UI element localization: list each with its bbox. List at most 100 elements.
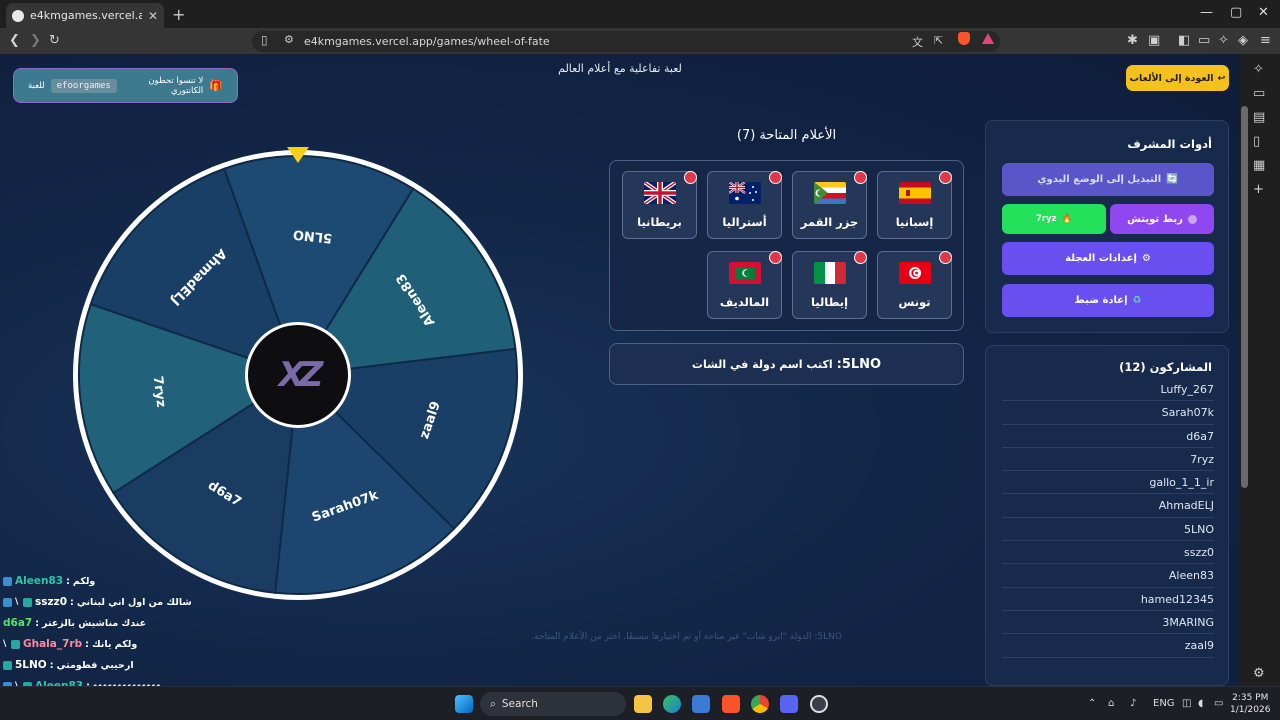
badge-icon: \ [15,596,19,607]
chat-user: Ghala_7rb [23,638,83,650]
chat-message: \ sszz0 : شالك من اول اني لبناني [3,594,192,610]
minimize-button[interactable]: — [1200,5,1213,20]
chat-text: عندك مناشيش بالزعتر [42,617,147,629]
flag-card-uk[interactable]: بريطانيا [622,171,697,239]
participant-item: Luffy_267 [1002,378,1214,402]
flag-card-maldives[interactable]: المالديف [707,251,782,319]
leo-ai-icon[interactable]: ✧ [1218,32,1229,50]
file-explorer-icon[interactable] [634,695,652,713]
flag-card-tunisia[interactable]: تونس [877,251,952,319]
add-sidebar-icon[interactable]: + [1253,182,1264,197]
flag-card-australia[interactable]: أستراليا [707,171,782,239]
language-indicator[interactable]: ENG [1153,698,1175,709]
chat-text: ولكم [72,575,96,587]
site-info-icon[interactable]: ⚙ [284,33,294,46]
brave-icon[interactable] [722,695,740,713]
wifi-icon[interactable]: ◫ [1182,698,1191,709]
network-icon[interactable]: ⌂ [1108,698,1114,709]
clock-date: 1/1/2026 [1230,705,1271,715]
sidebar-toggle-icon[interactable]: ◧ [1178,32,1190,50]
translate-icon[interactable]: 文 [912,34,923,50]
chrome-icon[interactable] [751,695,769,713]
twitch-link-button[interactable]: ربط تويتش [1110,204,1214,234]
chat-text: ولكم يانك [91,638,138,650]
bookmarks-sidebar-icon[interactable]: ▯ [1253,134,1260,149]
discord-icon[interactable] [780,695,798,713]
chat-message: d6a7 : عندك مناشيش بالزعتر [3,615,146,631]
australia-flag-icon [729,182,761,204]
remove-flag-button[interactable] [939,251,952,264]
reading-list-icon[interactable]: ▦ [1253,158,1265,173]
notice-code[interactable]: efoorgames [50,78,117,93]
new-tab-button[interactable]: + [172,5,185,24]
brave-rewards-icon[interactable] [982,33,994,44]
remove-flag-button[interactable] [769,251,782,264]
taskbar-search[interactable]: ⌕ Search [480,692,626,716]
talk-icon[interactable]: ▭ [1253,86,1265,101]
remove-flag-button[interactable] [854,251,867,264]
flag-card-italy[interactable]: إيطاليا [792,251,867,319]
extensions-icon[interactable]: ✱ [1127,32,1138,50]
chat-user: d6a7 [3,617,33,629]
participant-item: zaal9 [1002,634,1214,658]
tab-title: e4kmgames.vercel.app/games/w [30,9,142,22]
mic-icon[interactable]: ♪ [1130,698,1136,709]
forward-arrow-icon[interactable]: ❯ [30,32,41,50]
participant-item: Aleen83 [1002,564,1214,588]
back-arrow-icon[interactable]: ❮ [9,32,20,50]
wallet-icon[interactable]: ▭ [1198,32,1210,50]
flag-card-comoros[interactable]: جزر القمر [792,171,867,239]
menu-icon[interactable]: ≡ [1260,32,1271,50]
maximize-button[interactable]: ▢ [1230,5,1242,20]
flag-name: تونس [898,295,931,309]
wheel-settings-label: إعدادات العجلة [1065,253,1137,264]
obs-icon[interactable] [810,695,828,713]
wheel-settings-button[interactable]: ⚙ إعدادات العجلة [1002,242,1214,275]
wheel-hub[interactable]: XZ [245,322,351,428]
brave-shields-icon[interactable] [958,32,970,45]
sidebar-settings-icon[interactable]: ⚙ [1253,666,1265,681]
manual-mode-button[interactable]: 🔄 التبديل إلى الوضع اليدوي [1002,163,1214,196]
flag-card-spain[interactable]: إسبانيا [877,171,952,239]
twitch-user-button[interactable]: 🔥 7ryz [1002,204,1106,234]
spain-flag-icon [899,182,931,204]
tab-close-icon[interactable]: ✕ [148,9,158,23]
chat-message: Aleen83 : ولكم [3,573,95,589]
wallet-sidebar-icon[interactable]: ▤ [1253,110,1265,125]
chat-user: sszz0 [35,596,68,608]
badge-icon: \ [3,638,7,649]
store-icon[interactable] [692,695,710,713]
refresh-icon: 🔄 [1166,174,1179,185]
browser-tab[interactable]: e4kmgames.vercel.app/games/w ✕ [6,3,164,28]
wheel-pointer-icon [287,147,309,163]
clock[interactable]: 2:35 PM 1/1/2026 [1230,692,1270,716]
chat-user: Aleen83 [15,575,64,587]
reset-button[interactable]: ♻ إعادة ضبط [1002,284,1214,317]
screenshot-icon[interactable]: ▣ [1148,32,1160,50]
back-button-label: العودة إلى الألعاب [1129,72,1214,84]
participant-item: hamed12345 [1002,588,1214,611]
remove-flag-button[interactable] [854,171,867,184]
edge-icon[interactable] [663,695,681,713]
page-scrollbar[interactable] [1241,106,1248,488]
remove-flag-button[interactable] [939,171,952,184]
volume-icon[interactable]: ◖ [1198,698,1203,709]
tray-chevron-icon[interactable]: ⌃ [1088,698,1096,709]
clock-time: 2:35 PM [1232,693,1269,703]
back-to-games-button[interactable]: ↩ العودة إلى الألعاب [1126,65,1229,91]
close-window-button[interactable]: ✕ [1258,5,1269,20]
remove-flag-button[interactable] [769,171,782,184]
reload-icon[interactable]: ↻ [49,32,60,50]
vpn-icon[interactable]: ◈ [1238,32,1248,50]
leo-sidebar-icon[interactable]: ✧ [1253,62,1264,77]
remove-flag-button[interactable] [684,171,697,184]
start-icon[interactable] [455,695,473,713]
flag-name: إسبانيا [895,215,934,229]
participant-item: 5LNO [1002,518,1214,542]
battery-icon[interactable]: ▭ [1214,698,1223,709]
participants-panel: المشاركون (12) Luffy_267 Sarah07k d6a7 7… [985,345,1229,686]
share-icon[interactable]: ⇱ [934,34,943,47]
bookmark-icon[interactable]: ▯ [261,33,268,47]
participant-item: AhmadELJ [1002,494,1214,518]
address-bar[interactable]: ▯ ⚙ e4kmgames.vercel.app/games/wheel-of-… [252,31,1000,52]
